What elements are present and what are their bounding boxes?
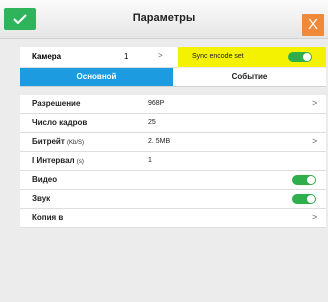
page-title: Параметры (132, 12, 196, 24)
video-row: Видео (20, 171, 326, 190)
tab-event[interactable]: Событие (173, 68, 326, 86)
audio-label: Звук (32, 194, 51, 203)
camera-label: Камера (32, 52, 62, 61)
bitrate-unit: (Kb/S) (67, 140, 85, 146)
interval-unit: (s) (76, 159, 84, 165)
resolution-value: 968P (148, 100, 165, 107)
chevron-right-icon: > (312, 136, 318, 146)
framerate-label: Число кадров (32, 118, 88, 127)
bitrate-label: Битрейт (32, 137, 65, 146)
toggle-knob (307, 195, 315, 203)
sync-encode-set: Sync encode set (178, 47, 326, 67)
toggle-knob (303, 53, 311, 61)
chevron-right-icon: > (312, 98, 318, 108)
sync-encode-toggle[interactable] (288, 52, 312, 62)
bitrate-row[interactable]: Битрейт (Kb/S) 2. 5MB > (20, 133, 326, 152)
toggle-knob (307, 176, 315, 184)
resolution-row[interactable]: Разрешение 968P > (20, 95, 326, 114)
camera-selector[interactable]: Камера 1 > (20, 47, 178, 68)
chevron-right-icon: > (312, 212, 318, 222)
framerate-row[interactable]: Число кадров 25 (20, 114, 326, 133)
framerate-value: 25 (148, 119, 156, 126)
bitrate-value: 2. 5MB (148, 138, 171, 145)
interval-value: 1 (148, 157, 152, 164)
interval-label: I Интервал (32, 156, 75, 165)
copy-to-label: Копия в (32, 213, 64, 222)
interval-label-group: I Интервал (s) (32, 156, 84, 165)
chevron-right-icon: > (158, 51, 163, 60)
close-button[interactable]: X (302, 14, 324, 36)
video-label: Видео (32, 175, 58, 184)
settings-panel: Параметры X Камера 1 > Sync encode set О… (0, 0, 328, 302)
video-toggle[interactable] (292, 175, 316, 185)
title-bar: Параметры X (0, 0, 328, 39)
interval-row[interactable]: I Интервал (s) 1 (20, 152, 326, 171)
bitrate-label-group: Битрейт (Kb/S) (32, 137, 84, 146)
tab-bar: Основной Событие (20, 68, 326, 87)
audio-row: Звук (20, 190, 326, 209)
sync-encode-label: Sync encode set (192, 53, 244, 60)
audio-toggle[interactable] (292, 194, 316, 204)
tab-main[interactable]: Основной (20, 68, 173, 86)
resolution-label: Разрешение (32, 99, 81, 108)
copy-to-row[interactable]: Копия в > (20, 209, 326, 228)
camera-value: 1 (124, 52, 129, 61)
